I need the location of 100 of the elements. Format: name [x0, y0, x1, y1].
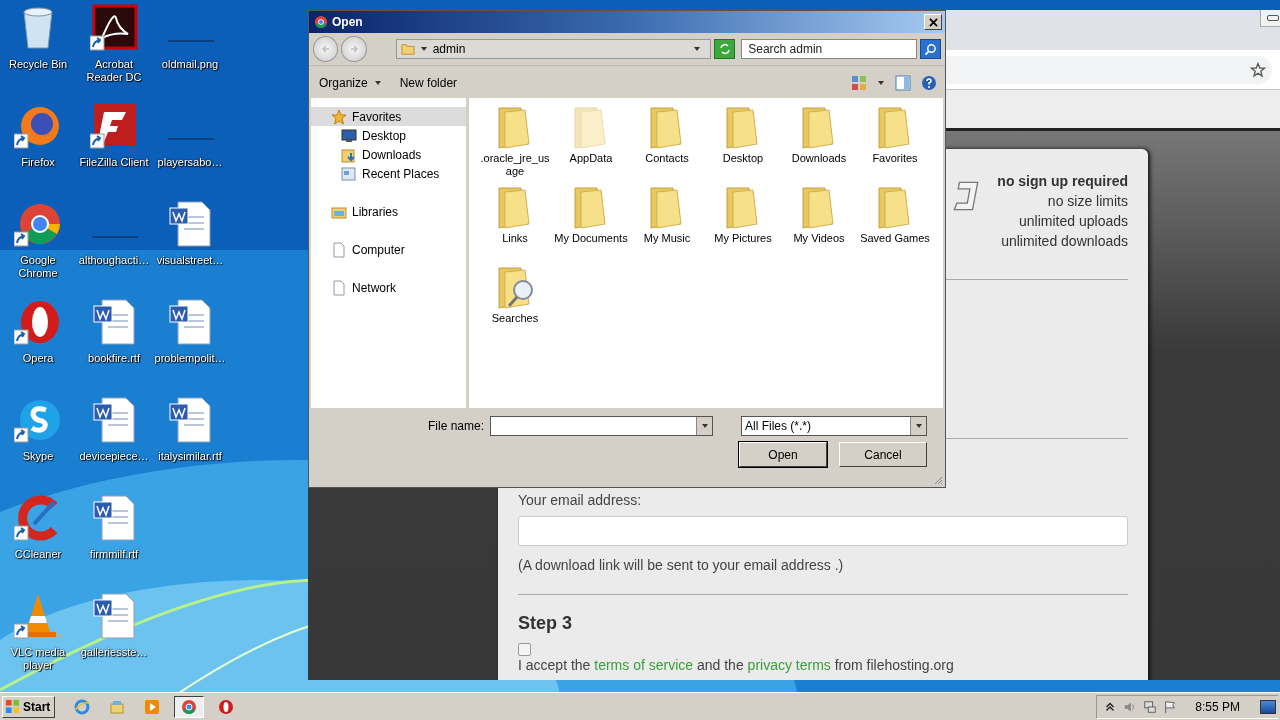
folder-item[interactable]: My Videos	[781, 184, 857, 264]
download-folder-icon	[341, 146, 357, 163]
folder-item[interactable]: .oracle_jre_usage	[477, 104, 553, 184]
nav-item[interactable]: Downloads	[311, 145, 466, 164]
app-icon[interactable]	[14, 298, 62, 346]
app-icon[interactable]	[90, 102, 138, 150]
caret-icon[interactable]	[419, 45, 428, 53]
refresh-icon	[718, 43, 731, 55]
icon-label: Firefox	[21, 156, 55, 169]
icon-label: galleriesste…	[80, 646, 148, 659]
window-title: Open	[332, 15, 364, 29]
document-icon[interactable]	[166, 396, 214, 444]
icon-label: firmmilf.rtf	[89, 548, 139, 561]
file-name-field[interactable]	[490, 416, 713, 436]
folder-item[interactable]: Downloads	[781, 104, 857, 184]
flag-icon[interactable]	[1163, 699, 1178, 714]
hint-text: (A download link will be sent to your email address .)	[518, 557, 845, 573]
document-icon[interactable]	[90, 592, 138, 640]
email-field[interactable]	[518, 516, 1128, 546]
resize-grip-icon[interactable]	[933, 475, 943, 485]
nav-item[interactable]: Desktop	[311, 126, 466, 145]
feature-text: no sign up required	[997, 172, 1128, 191]
field-label: File name:	[427, 419, 484, 433]
close-button[interactable]	[924, 14, 942, 30]
folder-item[interactable]: Links	[477, 184, 553, 264]
icon-label: Google Chrome	[17, 254, 59, 280]
search-icon	[923, 42, 937, 56]
icon-label: visualstreet…	[156, 254, 224, 267]
caret-icon[interactable]	[877, 79, 885, 87]
icon-label: FileZilla Client	[79, 156, 149, 169]
feature-text: no size limits	[1046, 192, 1128, 211]
monitor-icon	[341, 127, 357, 144]
refresh-button[interactable]	[713, 39, 736, 59]
icon-label: Skype	[22, 450, 54, 463]
cancel-button[interactable]: Cancel	[839, 442, 927, 467]
nav-item[interactable]: Favorites	[311, 107, 466, 126]
nav-item[interactable]: Libraries	[311, 202, 466, 221]
folder-icon	[109, 698, 126, 715]
icon-label: problempolit…	[154, 352, 226, 365]
network-icon[interactable]	[1143, 699, 1158, 714]
toolbar-button[interactable]: New folder	[395, 74, 462, 92]
clock[interactable]: 8:55 PM	[1195, 699, 1240, 714]
caret-icon	[914, 422, 923, 430]
start-button[interactable]: Start	[2, 695, 56, 718]
document-icon[interactable]	[166, 298, 214, 346]
icon-label: CCleaner	[14, 548, 62, 561]
location-field[interactable]: admin	[395, 39, 711, 59]
right-arrow-icon	[349, 44, 359, 54]
star-icon	[331, 108, 347, 125]
folder-item[interactable]: My Pictures	[705, 184, 781, 264]
folder-item[interactable]: Searches	[477, 264, 553, 344]
nav-item[interactable]: Network	[311, 278, 466, 297]
help-icon[interactable]	[921, 75, 937, 91]
folder-item[interactable]: AppData	[553, 104, 629, 184]
folder-item[interactable]: Contacts	[629, 104, 705, 184]
icon-label: bookfire.rtf	[88, 352, 140, 365]
caret-icon[interactable]	[692, 45, 701, 53]
file-type-dropdown[interactable]: All Files (*.*)	[741, 416, 927, 436]
browser-icon	[74, 698, 91, 715]
feature-text: unlimited uploads	[1018, 212, 1128, 231]
folder-item[interactable]: Desktop	[705, 104, 781, 184]
icon-label: playersabo…	[157, 156, 223, 169]
document-icon[interactable]	[90, 494, 138, 542]
app-icon[interactable]	[90, 4, 138, 52]
terms-checkbox[interactable]	[518, 643, 531, 656]
icon-label: italysimilar.rtf	[158, 450, 222, 463]
open-button[interactable]: Open	[739, 442, 827, 467]
chrome-icon	[314, 15, 328, 29]
view-options-icon[interactable]	[851, 75, 867, 91]
document-icon[interactable]	[90, 396, 138, 444]
show-desktop-button[interactable]	[1260, 699, 1276, 714]
folder-item[interactable]: My Documents	[553, 184, 629, 264]
organize-menu[interactable]: Organize	[315, 74, 386, 92]
bookmark-star-icon[interactable]	[1250, 61, 1266, 78]
search-button[interactable]	[919, 39, 941, 59]
caret-icon	[373, 79, 382, 87]
left-arrow-icon	[320, 44, 331, 54]
taskbar-app-button[interactable]	[174, 695, 205, 718]
windows-logo-icon	[5, 699, 20, 714]
minimize-button[interactable]	[1260, 10, 1280, 27]
caret-icon	[700, 422, 709, 430]
document-icon[interactable]	[90, 298, 138, 346]
folder-item[interactable]: My Music	[629, 184, 705, 264]
icon-label: Acrobat Reader DC	[85, 58, 143, 84]
document-icon[interactable]	[166, 200, 214, 248]
field-label: Your email address:	[518, 492, 643, 508]
folder-item[interactable]: Favorites	[857, 104, 933, 184]
icon-label: althoughacti…	[78, 254, 150, 267]
terms-text: I accept the terms of service and the privacy terms from filehosting.org	[518, 657, 955, 673]
page-icon	[331, 279, 347, 296]
nav-item[interactable]: Recent Places	[311, 164, 466, 183]
search-field[interactable]: Search admin	[741, 39, 917, 59]
play-icon	[144, 698, 161, 715]
icon-label: oldmail.png	[161, 58, 219, 71]
window-icon	[341, 165, 357, 182]
feature-text: unlimited downloads	[1000, 232, 1128, 251]
chrome-icon	[181, 698, 198, 715]
folder-item[interactable]: Saved Games	[857, 184, 933, 264]
close-icon	[928, 17, 938, 27]
nav-item[interactable]: Computer	[311, 240, 466, 259]
